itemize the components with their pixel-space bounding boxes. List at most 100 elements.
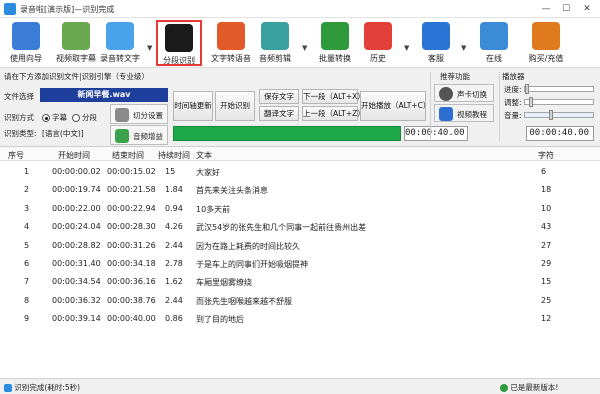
cell-chars: 15 — [541, 277, 552, 287]
cell-chars: 6 — [541, 167, 547, 176]
file-select-field[interactable]: 新闻早餐.wav — [40, 88, 168, 102]
user-online-icon — [480, 22, 508, 50]
table-row[interactable]: 3 00:00:22.00 00:00:22.94 0.94 10多天前 10 — [0, 200, 600, 218]
col-chars: 字符 — [538, 151, 554, 160]
cell-text: 于是车上的同事们开始吸烟提神 — [196, 260, 308, 269]
prev-segment-button[interactable]: 上一段（ALT+Z） — [302, 106, 365, 121]
mode-subtitle-label: 字幕 — [52, 113, 67, 122]
table-row[interactable]: 1 00:00:00.02 00:00:15.02 15 大家好 6 — [0, 163, 600, 181]
audio-boost-button[interactable]: 音频增益 — [110, 125, 168, 145]
chevron-down-icon[interactable]: ▼ — [302, 44, 307, 52]
volume-slider[interactable] — [524, 110, 594, 120]
cell-index: 9 — [24, 314, 30, 324]
tool-audio-to-text[interactable]: 录音转文字 — [94, 20, 146, 66]
dollar-clock-icon — [532, 22, 560, 50]
mode-label: 识别方式 — [4, 113, 34, 122]
cell-index: 7 — [24, 277, 30, 287]
table-row[interactable]: 6 00:00:31.40 00:00:34.18 2.78 于是车上的同事们开始吸烟提… — [0, 255, 600, 273]
table-row[interactable]: 7 00:00:34.54 00:00:36.16 1.62 车厢里烟雾缭绕 15 — [0, 273, 600, 291]
timeline-update-button[interactable]: 时间轴更新 — [173, 91, 213, 121]
cell-end: 00:00:31.26 — [107, 240, 156, 250]
cut-settings-label: 切分设置 — [133, 111, 163, 120]
chevron-down-icon[interactable]: ▼ — [404, 44, 409, 52]
title-bar: 录音啦[演示版]—识别完成 — ☐ ✕ — [0, 0, 600, 18]
tool-audio-edit[interactable]: 音频剪辑 — [249, 20, 301, 66]
next-segment-button[interactable]: 下一段（ALT+X） — [302, 89, 365, 104]
voice-switch-label: 声卡切换 — [457, 90, 487, 99]
tool-audio-edit-label: 音频剪辑 — [259, 54, 291, 63]
cell-end: 00:00:38.76 — [107, 295, 156, 305]
cell-text: 武汉54岁的张先生和几个同事一起前往贵州出差 — [196, 223, 367, 233]
cell-end: 00:00:28.30 — [107, 222, 156, 232]
total-time-display: 00:00:40.00 — [526, 126, 594, 141]
audio-boost-label: 音频增益 — [133, 132, 163, 141]
film-icon — [62, 22, 90, 50]
slider-thumb[interactable] — [529, 97, 533, 107]
close-button[interactable]: ✕ — [579, 2, 595, 16]
cell-text: 首先来关注头条消息 — [196, 186, 268, 196]
voice-switch-button[interactable]: 声卡切换 — [434, 84, 494, 102]
segments-table: 序号 开始时间 结束时间 持续时间 文本 字符 1 00:00:00.02 00:0… — [0, 146, 600, 378]
tool-purchase[interactable]: 购买/充值 — [518, 20, 574, 66]
gear-icon — [115, 108, 129, 122]
progress-slider[interactable] — [524, 84, 594, 94]
save-text-button[interactable]: 保存文字 — [259, 89, 299, 104]
table-row[interactable]: 8 00:00:36.32 00:00:38.76 2.44 而张先生咽喉越来越不舒服 2… — [0, 292, 600, 310]
tool-online-label: 在线 — [486, 54, 502, 63]
cell-duration: 0.86 — [165, 314, 183, 324]
start-recognize-button[interactable]: 开始识别 — [215, 91, 255, 121]
cell-start: 00:00:39.14 — [52, 314, 101, 324]
cell-duration: 4.26 — [165, 222, 183, 232]
maximize-button[interactable]: ☐ — [558, 2, 574, 16]
mode-segment-radio[interactable]: 分段 — [72, 112, 97, 123]
cell-text: 而张先生咽喉越来越不舒服 — [196, 296, 292, 306]
status-left: 识别完成(耗时:5秒) — [4, 382, 80, 393]
cell-duration: 2.78 — [165, 259, 183, 268]
type-value: [语言(中文)] — [42, 129, 84, 138]
col-start: 开始时间 — [58, 151, 90, 160]
chevron-down-icon[interactable]: ▼ — [461, 44, 466, 52]
table-row[interactable]: 9 00:00:39.14 00:00:40.00 0.86 到了目的地后 12 — [0, 310, 600, 328]
cell-index: 2 — [24, 185, 30, 195]
status-right: 已是最新版本! — [500, 382, 558, 393]
col-end: 结束时间 — [112, 151, 144, 160]
mode-subtitle-radio[interactable]: 字幕 — [42, 112, 67, 123]
cell-duration: 2.44 — [165, 240, 183, 250]
tool-support[interactable]: 客服 — [410, 20, 462, 66]
chevron-down-icon[interactable]: ▼ — [147, 44, 152, 52]
cell-start: 00:00:36.32 — [52, 295, 101, 305]
tool-guide[interactable]: 使用向导 — [0, 20, 52, 66]
video-icon — [439, 107, 453, 121]
slider-thumb[interactable] — [549, 110, 553, 120]
tool-online[interactable]: 在线 — [468, 20, 520, 66]
table-row[interactable]: 4 00:00:24.04 00:00:28.30 4.26 武汉54岁的张先生和几个同… — [0, 218, 600, 236]
tool-segment-recognize[interactable]: 分段识别 — [156, 20, 202, 66]
window-title: 录音啦[演示版]—识别完成 — [20, 5, 115, 14]
video-tutorial-button[interactable]: 视频教程 — [434, 104, 494, 122]
adjust-label: 调整: — [504, 98, 522, 107]
cell-start: 00:00:24.04 — [52, 222, 101, 232]
cell-start: 00:00:19.74 — [52, 185, 101, 195]
cell-text: 到了目的地后 — [196, 315, 244, 325]
file-select-label: 文件选择 — [4, 92, 34, 101]
adjust-slider[interactable] — [524, 97, 594, 107]
start-play-button[interactable]: 开始播放（ALT+C） — [360, 91, 430, 121]
cell-duration: 15 — [165, 167, 176, 176]
cut-settings-button[interactable]: 切分设置 — [110, 104, 168, 124]
type-label: 识别类型: — [4, 129, 37, 138]
tool-history[interactable]: 历史 — [352, 20, 404, 66]
bar-chart-icon — [115, 129, 129, 143]
cell-start: 00:00:34.54 — [52, 277, 101, 287]
tool-segment-recognize-label: 分段识别 — [163, 56, 195, 65]
minimize-button[interactable]: — — [538, 2, 554, 16]
divider — [499, 72, 500, 142]
table-header: 序号 开始时间 结束时间 持续时间 文本 字符 — [0, 147, 600, 161]
table-row[interactable]: 2 00:00:19.74 00:00:21.58 1.84 首先来关注头条消息 18 — [0, 181, 600, 199]
cell-duration: 2.44 — [165, 295, 183, 305]
cell-index: 6 — [24, 259, 30, 268]
cell-index: 3 — [24, 203, 30, 213]
table-row[interactable]: 5 00:00:28.82 00:00:31.26 2.44 因为在路上耗费的时间比较久… — [0, 237, 600, 255]
translate-text-button[interactable]: 翻译文字 — [259, 106, 299, 121]
cell-index: 8 — [24, 295, 30, 305]
slider-thumb[interactable] — [525, 84, 529, 94]
